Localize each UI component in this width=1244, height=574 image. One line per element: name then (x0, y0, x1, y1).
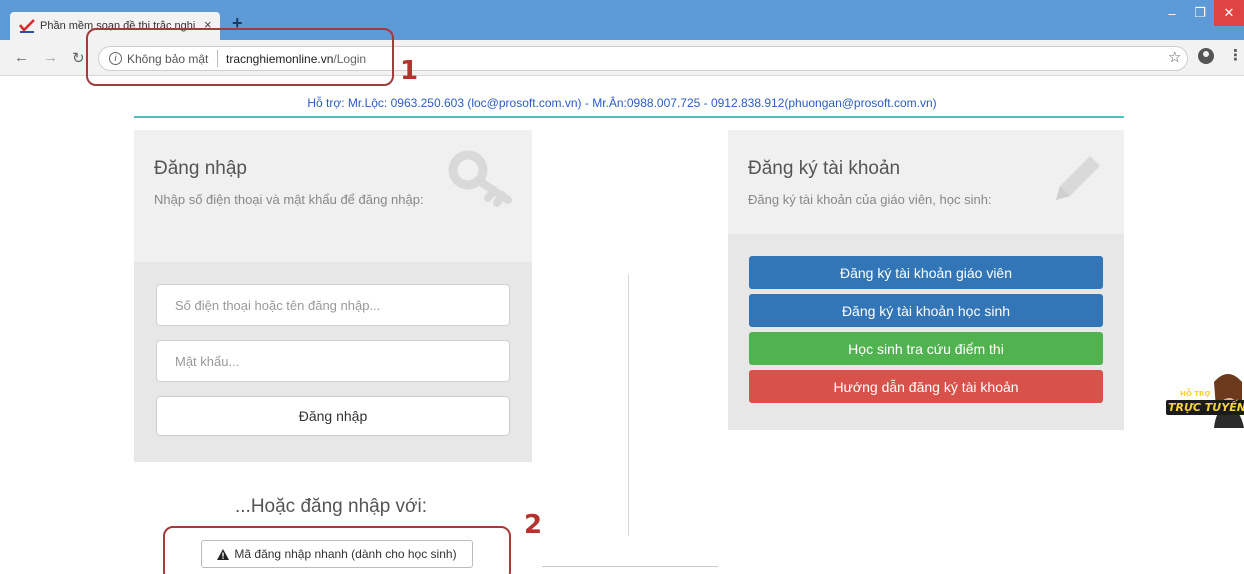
back-icon[interactable]: ← (14, 49, 29, 66)
annotation-box-1 (86, 28, 394, 86)
login-panel-header: Đăng nhập Nhập số điện thoại và mật khẩu… (134, 130, 532, 262)
registration-guide-label: Hướng dẫn đăng ký tài khoản (833, 378, 1019, 395)
exam-score-lookup-button[interactable]: Học sinh tra cứu điểm thi (749, 332, 1103, 365)
register-teacher-label: Đăng ký tài khoản giáo viên (840, 264, 1012, 281)
forward-icon[interactable]: → (43, 49, 58, 66)
annotation-number-1: 1 (400, 56, 419, 86)
footer-divider (542, 566, 718, 567)
support-contact-text: Hỗ trợ: Mr.Lộc: 0963.250.603 (loc@prosof… (307, 96, 937, 110)
online-support-widget[interactable]: HỖ TRỢ TRỰC TUYẾN (1164, 368, 1244, 428)
reload-icon[interactable]: ↻ (72, 49, 85, 67)
window-close-icon[interactable]: ✕ (1214, 0, 1244, 26)
login-panel-body: Số điện thoại hoặc tên đăng nhập... Mật … (134, 262, 532, 462)
annotation-number-2: 2 (524, 510, 543, 540)
register-student-button[interactable]: Đăng ký tài khoản học sinh (749, 294, 1103, 327)
register-title: Đăng ký tài khoản (748, 158, 901, 179)
username-input[interactable]: Số điện thoại hoặc tên đăng nhập... (156, 284, 510, 326)
header-divider (134, 116, 1124, 118)
account-icon[interactable] (1198, 48, 1214, 64)
support-badge-bottom: TRỰC TUYẾN (1166, 400, 1244, 415)
minimize-icon[interactable]: – (1158, 0, 1186, 26)
site-favicon-icon (19, 19, 35, 33)
quick-login-label: Mã đăng nhập nhanh (dành cho học sinh) (234, 547, 457, 561)
register-description: Đăng ký tài khoản của giáo viên, học sin… (748, 192, 992, 207)
register-panel-header: Đăng ký tài khoản Đăng ký tài khoản của … (728, 130, 1124, 234)
support-agent-icon (1214, 374, 1244, 428)
registration-guide-button[interactable]: Hướng dẫn đăng ký tài khoản (749, 370, 1103, 403)
bookmark-star-icon[interactable]: ☆ (1168, 48, 1181, 66)
window-controls: – ❐ ✕ (1158, 0, 1244, 26)
key-icon (448, 150, 512, 207)
more-menu-icon[interactable]: ⋮ (1228, 46, 1243, 64)
register-teacher-button[interactable]: Đăng ký tài khoản giáo viên (749, 256, 1103, 289)
login-button[interactable]: Đăng nhập (156, 396, 510, 436)
column-divider (628, 274, 629, 536)
quick-login-code-button[interactable]: Mã đăng nhập nhanh (dành cho học sinh) (201, 540, 473, 568)
password-input[interactable]: Mật khẩu... (156, 340, 510, 382)
login-description: Nhập số điện thoại và mật khẩu để đăng n… (154, 192, 424, 207)
warning-icon (217, 548, 230, 560)
alternate-login-heading: ...Hoặc đăng nhập với: (234, 496, 428, 517)
restore-icon[interactable]: ❐ (1186, 0, 1214, 26)
login-title: Đăng nhập (154, 158, 247, 179)
support-badge-top: HỖ TRỢ (1180, 390, 1211, 398)
pencil-icon (1056, 156, 1100, 200)
register-student-label: Đăng ký tài khoản học sinh (841, 302, 1011, 319)
exam-score-lookup-label: Học sinh tra cứu điểm thi (848, 340, 1004, 357)
